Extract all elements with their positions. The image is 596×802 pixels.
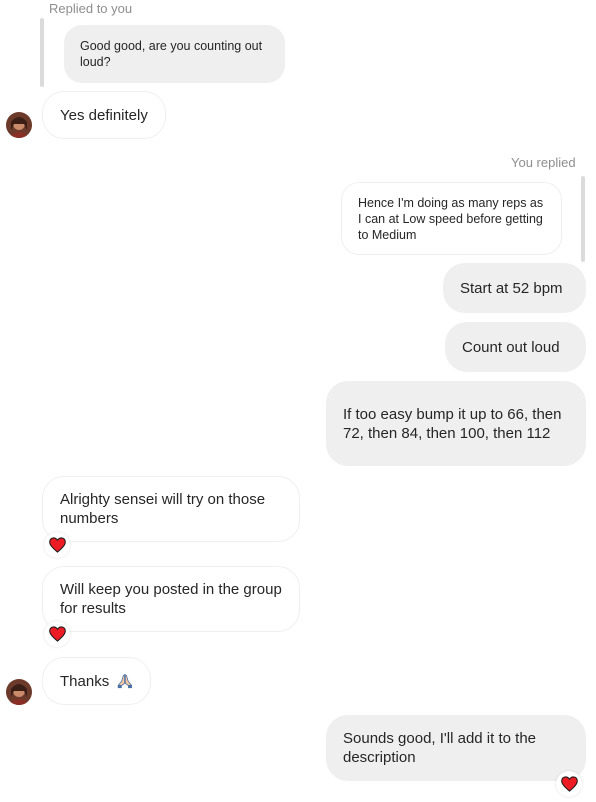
message-bubble-outgoing[interactable]: Sounds good, I'll add it to the descript… [326, 715, 586, 781]
message-text: Thanks [60, 672, 110, 690]
quoted-message-outgoing[interactable]: Hence I'm doing as many reps as I can at… [341, 182, 562, 255]
message-bubble-outgoing[interactable]: If too easy bump it up to 66, then 72, t… [326, 381, 586, 466]
quoted-message-text: Good good, are you counting out loud? [80, 39, 263, 69]
message-text: Alrighty sensei will try on those number… [60, 491, 266, 527]
reply-indicator-bar [581, 176, 585, 262]
message-text: Will keep you posted in the group for re… [60, 581, 282, 617]
quoted-message-incoming[interactable]: Good good, are you counting out loud? [64, 25, 285, 83]
message-bubble-outgoing[interactable]: Count out loud [445, 322, 586, 372]
reaction-badge[interactable] [44, 532, 70, 558]
avatar-image [6, 112, 32, 138]
heart-icon [48, 626, 66, 642]
reply-indicator-bar [40, 18, 44, 87]
avatar[interactable] [6, 112, 32, 138]
message-bubble-incoming[interactable]: Alrighty sensei will try on those number… [42, 476, 300, 542]
heart-icon [48, 537, 66, 553]
message-bubble-incoming[interactable]: Thanks [42, 657, 151, 705]
message-text: Yes definitely [60, 106, 148, 124]
heart-icon [560, 776, 578, 792]
message-text: If too easy bump it up to 66, then 72, t… [343, 405, 562, 442]
avatar-image [6, 679, 32, 705]
reaction-badge[interactable] [556, 771, 582, 797]
message-bubble-incoming[interactable]: Yes definitely [42, 91, 166, 139]
replied-to-you-label: Replied to you [49, 1, 133, 16]
pray-icon [117, 673, 133, 689]
avatar[interactable] [6, 679, 32, 705]
you-replied-label: You replied [511, 155, 576, 170]
message-text: Sounds good, I'll add it to the descript… [343, 730, 537, 766]
reaction-badge[interactable] [44, 621, 70, 647]
message-bubble-incoming[interactable]: Will keep you posted in the group for re… [42, 566, 300, 632]
message-text: Start at 52 bpm [460, 279, 563, 297]
quoted-message-text: Hence I'm doing as many reps as I can at… [358, 195, 544, 242]
message-text: Count out loud [462, 338, 560, 356]
message-bubble-outgoing[interactable]: Start at 52 bpm [443, 263, 586, 313]
